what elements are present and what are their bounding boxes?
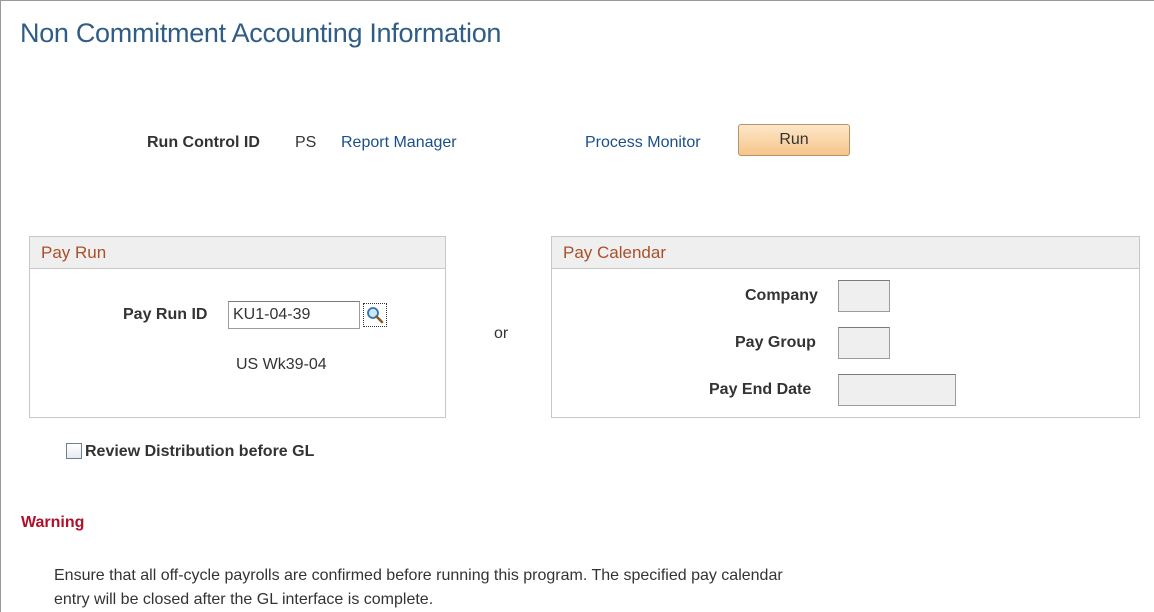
warning-line-2: entry will be closed after the GL interf… bbox=[54, 591, 434, 608]
company-label: Company bbox=[745, 287, 818, 304]
page-title: Non Commitment Accounting Information bbox=[20, 18, 502, 48]
frame-top-border bbox=[0, 0, 1154, 1]
pay-run-id-label: Pay Run ID bbox=[123, 306, 208, 323]
pay-end-date-input[interactable] bbox=[838, 374, 956, 406]
pay-group-input[interactable] bbox=[838, 327, 890, 359]
run-control-id-label: Run Control ID bbox=[147, 134, 260, 151]
pay-group-label: Pay Group bbox=[735, 334, 816, 351]
pay-run-description: US Wk39-04 bbox=[236, 356, 327, 373]
review-distribution-label: Review Distribution before GL bbox=[85, 443, 315, 460]
frame-left-border bbox=[0, 0, 1, 612]
company-input[interactable] bbox=[838, 280, 890, 312]
warning-message: Ensure that all off-cycle payrolls are c… bbox=[54, 564, 924, 612]
warning-line-1: Ensure that all off-cycle payrolls are c… bbox=[54, 567, 783, 584]
report-manager-link[interactable]: Report Manager bbox=[341, 134, 457, 152]
magnifier-icon[interactable] bbox=[363, 303, 387, 327]
review-distribution-checkbox[interactable] bbox=[66, 443, 82, 459]
pay-run-id-input[interactable] bbox=[228, 301, 360, 329]
warning-title: Warning bbox=[21, 514, 85, 531]
run-button[interactable]: Run bbox=[738, 124, 850, 156]
run-control-id-value: PS bbox=[295, 134, 317, 151]
pay-end-date-label: Pay End Date bbox=[709, 381, 812, 398]
or-separator: or bbox=[494, 325, 509, 342]
pay-run-header: Pay Run bbox=[30, 237, 445, 269]
pay-calendar-header: Pay Calendar bbox=[552, 237, 1139, 269]
process-monitor-link[interactable]: Process Monitor bbox=[585, 134, 701, 152]
